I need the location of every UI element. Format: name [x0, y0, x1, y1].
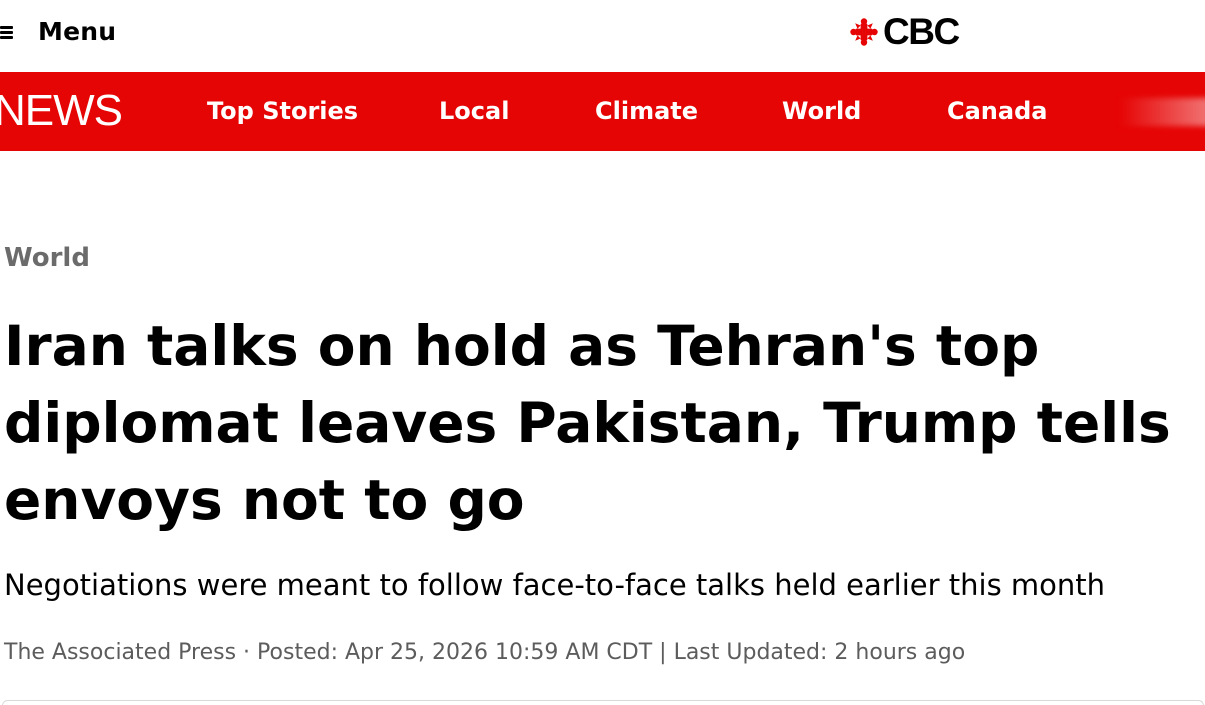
nav-item-climate[interactable]: Climate [595, 94, 698, 128]
byline-author: The Associated Press [4, 640, 237, 665]
article-byline: The Associated Press · Posted: Apr 25, 2… [4, 637, 965, 669]
article-deck: Negotiations were meant to follow face-t… [4, 568, 1106, 602]
nav-item-top-stories[interactable]: Top Stories [207, 94, 358, 128]
byline-updated: Last Updated: 2 hours ago [673, 640, 966, 665]
article-category-link[interactable]: World [4, 243, 90, 273]
nav-item-canada[interactable]: Canada [947, 94, 1047, 128]
menu-label: Menu [38, 16, 117, 46]
section-nav: NEWS Top Stories Local Climate World Can… [0, 72, 1205, 151]
nav-scroll-fade [1120, 98, 1205, 126]
byline-separator: · [236, 640, 258, 665]
cbc-logo-link[interactable]: CBC [848, 11, 960, 52]
byline-divider: | [652, 640, 674, 665]
article-headline: Iran talks on hold as Tehran's top diplo… [4, 314, 1171, 532]
nav-item-local[interactable]: Local [439, 94, 509, 128]
page: Menu CBC NEWS Top Stories Local Climate … [0, 0, 1205, 705]
nav-item-world[interactable]: World [782, 94, 861, 128]
menu-button[interactable]: Menu [0, 14, 116, 48]
content-card-edge [2, 700, 1204, 705]
cbc-wordmark: CBC [883, 11, 960, 52]
news-wordmark[interactable]: NEWS [0, 86, 123, 136]
byline-posted: Posted: Apr 25, 2026 10:59 AM CDT [257, 640, 653, 665]
hamburger-menu-icon [0, 23, 14, 39]
cbc-gem-logo-icon [850, 18, 878, 46]
top-bar: Menu CBC [0, 0, 1205, 72]
